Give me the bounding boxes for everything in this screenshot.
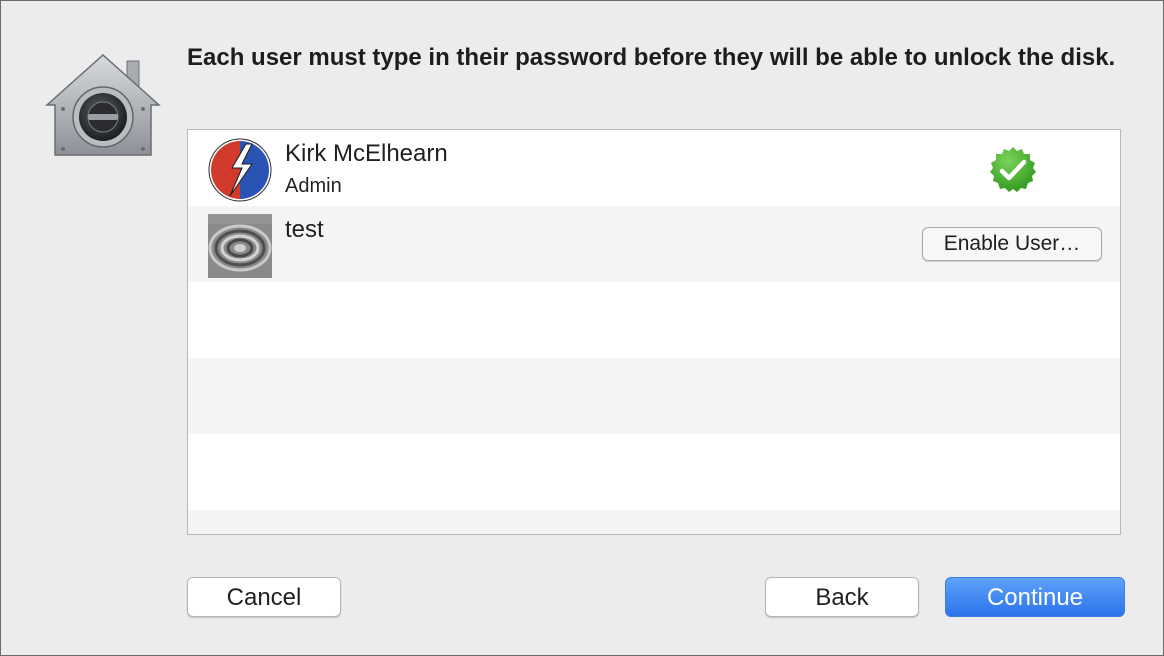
empty-row [188,358,1120,434]
empty-row [188,434,1120,510]
user-name: Kirk McElhearn [285,140,448,167]
user-role: Admin [285,175,342,197]
cancel-button[interactable]: Cancel [187,577,341,617]
empty-row [188,282,1120,358]
security-lock-icon [45,49,165,161]
unlock-users-dialog: Each user must type in their password be… [0,0,1164,656]
back-button[interactable]: Back [765,577,919,617]
green-check-icon [988,145,1038,195]
user-name: test [285,216,324,243]
instruction-text: Each user must type in their password be… [187,44,1116,71]
zen-garden-avatar [208,214,272,278]
enable-user-button[interactable]: Enable User… [922,227,1102,261]
continue-button[interactable]: Continue [945,577,1125,617]
steal-your-face-avatar [208,138,272,202]
list-item[interactable]: test Enable User… [188,206,1120,282]
user-list[interactable]: Kirk McElhearn Admin test Enable User… [187,129,1121,535]
list-item[interactable]: Kirk McElhearn Admin [188,130,1120,206]
empty-row [188,510,1120,534]
